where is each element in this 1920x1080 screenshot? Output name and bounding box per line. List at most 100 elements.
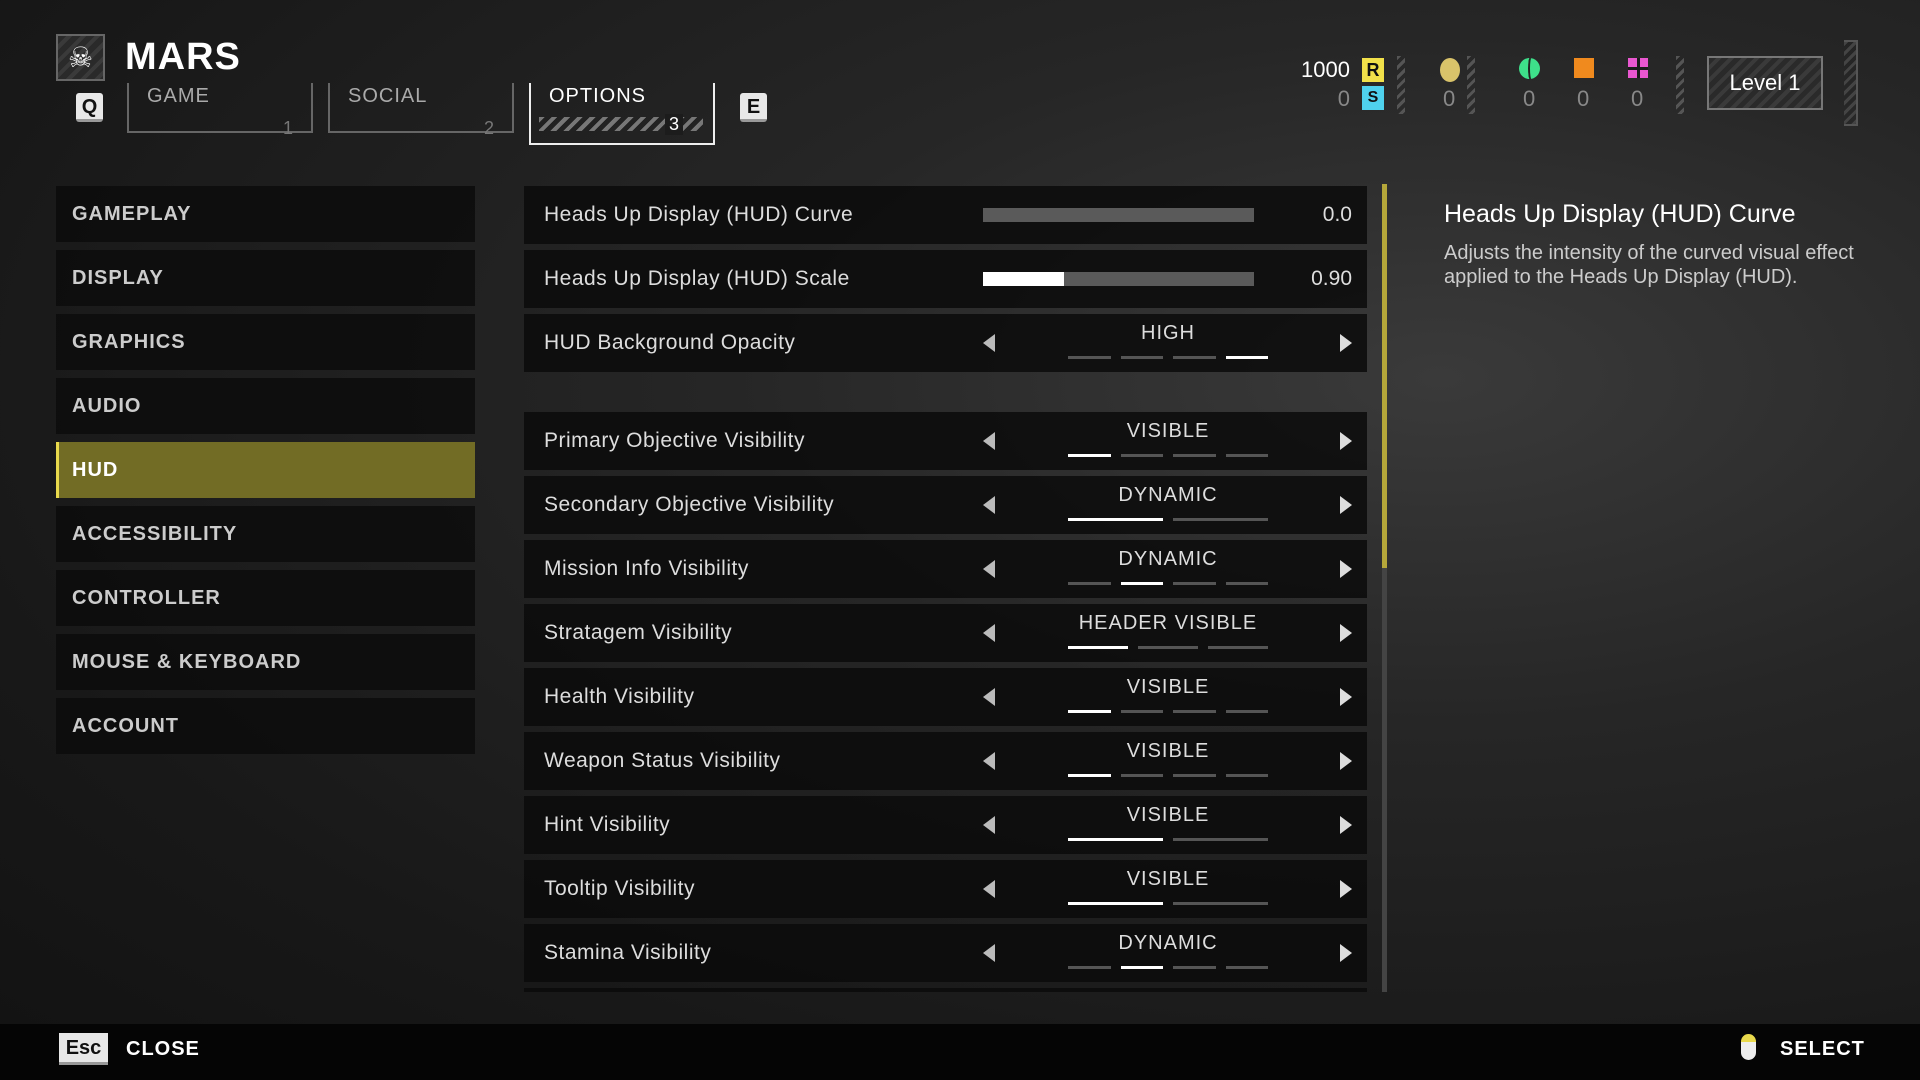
sidebar-item-display[interactable]: DISPLAY	[56, 250, 475, 306]
option-value: VISIBLE	[1126, 740, 1210, 762]
arrow-left-icon[interactable]	[983, 334, 995, 352]
setting-row[interactable]: Tooltip Visibility VISIBLE	[524, 860, 1367, 918]
select-button[interactable]: SELECT	[1780, 1038, 1865, 1061]
tab-label: OPTIONS	[549, 85, 647, 107]
next-tab-key[interactable]: E	[740, 93, 767, 122]
option-segment	[1068, 356, 1111, 359]
option-segment	[1068, 838, 1163, 841]
scrollbar-thumb[interactable]	[1382, 184, 1387, 568]
sidebar-item-hud[interactable]: HUD	[56, 442, 475, 498]
super-credits-icon: S	[1362, 86, 1384, 110]
arrow-right-icon[interactable]	[1340, 880, 1352, 898]
option-segment	[1068, 646, 1128, 649]
option-segment	[1120, 454, 1163, 457]
scrollbar[interactable]	[1382, 184, 1387, 992]
setting-row[interactable]: Heads Up Display (HUD) Scale 0.90	[524, 250, 1367, 308]
tab-number: 3	[664, 114, 683, 135]
option-value: VISIBLE	[1126, 804, 1210, 826]
setting-slider[interactable]	[983, 208, 1254, 222]
option-value: DYNAMIC	[1118, 932, 1218, 954]
arrow-left-icon[interactable]	[983, 560, 995, 578]
setting-label: Tooltip Visibility	[544, 877, 696, 900]
skull-icon: ☠	[67, 42, 94, 73]
option-segment	[1173, 902, 1268, 905]
setting-row[interactable]: Health Visibility VISIBLE	[524, 668, 1367, 726]
setting-row[interactable]: Weapon Status Visibility VISIBLE	[524, 732, 1367, 790]
level-badge[interactable]: Level 1	[1707, 56, 1823, 110]
tab-options[interactable]: OPTIONS 3	[529, 83, 715, 145]
medals-amount: 0	[1443, 86, 1456, 111]
arrow-right-icon[interactable]	[1340, 496, 1352, 514]
setting-row[interactable]: Secondary Objective Visibility DYNAMIC	[524, 476, 1367, 534]
esc-key[interactable]: Esc	[59, 1033, 108, 1065]
setting-row[interactable]: Stratagem Visibility HEADER VISIBLE	[524, 604, 1367, 662]
option-value: DYNAMIC	[1118, 484, 1218, 506]
arrow-left-icon[interactable]	[983, 688, 995, 706]
setting-row[interactable]: Hint Visibility VISIBLE	[524, 796, 1367, 854]
setting-row[interactable]: Heads Up Display (HUD) Curve 0.0	[524, 186, 1367, 244]
option-segment	[1068, 966, 1111, 969]
option-indicator	[1068, 356, 1268, 359]
sidebar-item-graphics[interactable]: GRAPHICS	[56, 314, 475, 370]
arrow-right-icon[interactable]	[1340, 816, 1352, 834]
prev-tab-key[interactable]: Q	[76, 93, 103, 122]
option-value: VISIBLE	[1126, 868, 1210, 890]
arrow-left-icon[interactable]	[983, 816, 995, 834]
arrow-right-icon[interactable]	[1340, 752, 1352, 770]
divider	[1467, 56, 1475, 114]
arrow-left-icon[interactable]	[983, 496, 995, 514]
sidebar-item-mouse-keyboard[interactable]: MOUSE & KEYBOARD	[56, 634, 475, 690]
arrow-left-icon[interactable]	[983, 944, 995, 962]
option-segment	[1173, 518, 1268, 521]
setting-row[interactable]: Stamina Visibility DYNAMIC	[524, 924, 1367, 982]
arrow-right-icon[interactable]	[1340, 688, 1352, 706]
setting-slider[interactable]	[983, 272, 1254, 286]
tab-game[interactable]: GAME 1	[127, 83, 313, 138]
option-indicator	[1068, 646, 1268, 649]
option-value: DYNAMIC	[1118, 548, 1218, 570]
arrow-right-icon[interactable]	[1340, 334, 1352, 352]
sidebar-item-account[interactable]: ACCOUNT	[56, 698, 475, 754]
arrow-right-icon[interactable]	[1340, 624, 1352, 642]
orange-amount: 0	[1577, 86, 1590, 111]
option-indicator	[1068, 774, 1268, 777]
tab-social[interactable]: SOCIAL 2	[328, 83, 514, 138]
setting-label: Secondary Objective Visibility	[544, 493, 835, 516]
setting-row[interactable]: Mission Info Visibility DYNAMIC	[524, 540, 1367, 598]
setting-label: Hint Visibility	[544, 813, 671, 836]
divider	[1397, 56, 1405, 114]
option-segment	[1120, 774, 1163, 777]
arrow-left-icon[interactable]	[983, 880, 995, 898]
option-segment	[1208, 646, 1268, 649]
setting-row[interactable]: HUD Background Opacity HIGH	[524, 314, 1367, 372]
close-button[interactable]: CLOSE	[126, 1038, 200, 1061]
requisition-icon: R	[1362, 58, 1384, 82]
green-amount: 0	[1523, 86, 1536, 111]
setting-label: Stamina Visibility	[544, 941, 712, 964]
option-value: HIGH	[1141, 322, 1195, 344]
arrow-left-icon[interactable]	[983, 432, 995, 450]
arrow-right-icon[interactable]	[1340, 432, 1352, 450]
option-indicator	[1068, 710, 1268, 713]
option-segment	[1173, 966, 1216, 969]
sidebar-item-accessibility[interactable]: ACCESSIBILITY	[56, 506, 475, 562]
arrow-left-icon[interactable]	[983, 752, 995, 770]
option-segment	[1225, 356, 1268, 359]
orange-sample-icon	[1574, 58, 1594, 78]
tab-number: 2	[483, 118, 494, 138]
arrow-right-icon[interactable]	[1340, 944, 1352, 962]
option-indicator	[1068, 838, 1268, 841]
setting-row[interactable]	[524, 988, 1367, 992]
arrow-left-icon[interactable]	[983, 624, 995, 642]
sidebar-item-gameplay[interactable]: GAMEPLAY	[56, 186, 475, 242]
setting-label: Stratagem Visibility	[544, 621, 733, 644]
arrow-right-icon[interactable]	[1340, 560, 1352, 578]
sidebar-item-audio[interactable]: AUDIO	[56, 378, 475, 434]
description-panel: Heads Up Display (HUD) Curve Adjusts the…	[1444, 200, 1864, 289]
medal-icon	[1440, 58, 1460, 82]
option-indicator	[1068, 454, 1268, 457]
footer-bar	[0, 1024, 1920, 1080]
sidebar-item-controller[interactable]: CONTROLLER	[56, 570, 475, 626]
setting-row[interactable]: Primary Objective Visibility VISIBLE	[524, 412, 1367, 470]
option-segment	[1173, 454, 1216, 457]
